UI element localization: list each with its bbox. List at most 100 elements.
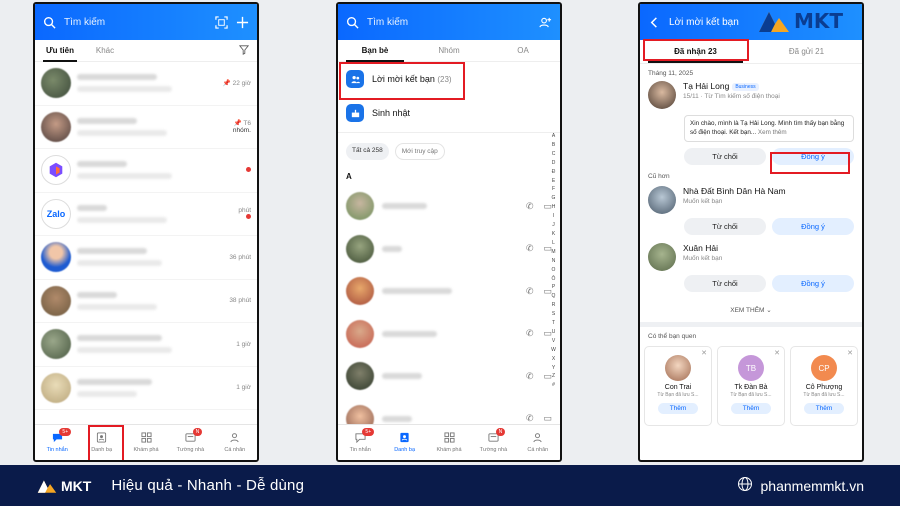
list-item[interactable]: 📌 T6 nhóm. (35, 106, 257, 149)
search-input[interactable]: Tìm kiếm (367, 17, 531, 28)
website[interactable]: phanmemmkt.vn (737, 476, 864, 495)
tab-groups[interactable]: Nhóm (412, 40, 486, 62)
alphabet-letter[interactable]: Q (550, 292, 557, 301)
alphabet-letter[interactable]: Y (550, 364, 557, 373)
list-item[interactable]: 1 giờ (35, 367, 257, 410)
alphabet-letter[interactable]: J (550, 221, 557, 230)
list-item[interactable]: ✆ ▭ (338, 313, 560, 356)
add-icon[interactable] (236, 16, 249, 29)
nav-messages[interactable]: Tin nhắn 5+ (35, 425, 79, 460)
search-icon[interactable] (43, 16, 56, 29)
phone-call-icon[interactable]: ✆ (526, 243, 534, 254)
nav-profile[interactable]: Cá nhân (213, 425, 257, 460)
list-item[interactable]: Zalo phút (35, 193, 257, 236)
back-arrow-icon[interactable] (648, 16, 661, 29)
phone-call-icon[interactable]: ✆ (526, 286, 534, 297)
phone-call-icon[interactable]: ✆ (526, 413, 534, 424)
suggestion-card[interactable]: ✕ CP Cô Phượng Từ Bạn đã lưu S... Thêm (790, 346, 858, 426)
alphabet-letter[interactable]: L (550, 239, 557, 248)
nav-contacts[interactable]: Danh bạ (382, 425, 426, 460)
alphabet-letter[interactable]: G (550, 194, 557, 203)
phone-call-icon[interactable]: ✆ (526, 201, 534, 212)
nav-profile[interactable]: Cá nhân (516, 425, 560, 460)
avatar[interactable] (648, 243, 676, 271)
list-item[interactable]: 36 phút (35, 236, 257, 280)
suggestion-card[interactable]: ✕ Con Trai Từ Bạn đã lưu S... Thêm (644, 346, 712, 426)
birthday-row[interactable]: Sinh nhật (338, 96, 560, 130)
reject-button[interactable]: Từ chối (684, 148, 766, 165)
alphabet-letter[interactable]: B (550, 141, 557, 150)
tab-friends[interactable]: Bạn bè (338, 40, 412, 62)
list-item[interactable] (35, 149, 257, 193)
list-item[interactable]: 38 phút (35, 280, 257, 323)
nav-discover[interactable]: Khám phá (124, 425, 168, 460)
suggestion-card[interactable]: ✕ TB Tk Đàn Bà Từ Bạn đã lưu S... Thêm (717, 346, 785, 426)
alphabet-letter[interactable]: W (550, 346, 557, 355)
alphabet-letter[interactable]: Đ (550, 168, 557, 177)
alphabet-letter[interactable]: Ô (550, 275, 557, 284)
avatar[interactable] (648, 186, 676, 214)
alphabet-letter[interactable]: Z (550, 372, 557, 381)
alphabet-letter[interactable]: R (550, 301, 557, 310)
alphabet-letter[interactable]: V (550, 337, 557, 346)
nav-messages[interactable]: Tin nhắn 5+ (338, 425, 382, 460)
filter-icon[interactable] (238, 44, 257, 57)
phone-call-icon[interactable]: ✆ (526, 328, 534, 339)
see-more-button[interactable]: XEM THÊM ⌄ (640, 298, 862, 322)
requester-name[interactable]: Xuân Hải (683, 243, 722, 253)
avatar[interactable] (648, 81, 676, 109)
reject-button[interactable]: Từ chối (684, 218, 766, 235)
tab-oa[interactable]: OA (486, 40, 560, 62)
alphabet-letter[interactable]: D (550, 159, 557, 168)
requester-name[interactable]: Tạ Hải Long (683, 81, 729, 91)
close-icon[interactable]: ✕ (847, 349, 853, 357)
alphabet-letter[interactable]: C (550, 150, 557, 159)
alphabet-letter[interactable]: A (550, 132, 557, 141)
list-item[interactable]: 📌 22 giờ (35, 62, 257, 106)
tab-other[interactable]: Khác (85, 40, 125, 62)
nav-timeline[interactable]: Tường nhà N (471, 425, 515, 460)
close-icon[interactable]: ✕ (701, 349, 707, 357)
tab-sent[interactable]: Đã gửi 21 (751, 41, 862, 63)
video-call-icon[interactable]: ▭ (543, 413, 552, 424)
alphabet-letter[interactable]: P (550, 283, 557, 292)
alphabet-letter[interactable]: M (550, 248, 557, 257)
add-friend-button[interactable]: Thêm (730, 403, 772, 414)
nav-discover[interactable]: Khám phá (427, 425, 471, 460)
chip-all[interactable]: Tất cả 258 (346, 143, 389, 160)
accept-button[interactable]: Đồng ý (772, 275, 854, 292)
chip-recent[interactable]: Mới truy cập (394, 143, 445, 160)
alphabet-letter[interactable]: T (550, 319, 557, 328)
alphabet-letter[interactable]: X (550, 355, 557, 364)
alphabet-index[interactable]: A B C D Đ E F G H I J K L M N O Ô P Q R S T U V W X Y Z # (550, 132, 557, 390)
alphabet-letter[interactable]: F (550, 185, 557, 194)
alphabet-letter[interactable]: S (550, 310, 557, 319)
add-friend-button[interactable]: Thêm (657, 403, 699, 414)
accept-button[interactable]: Đồng ý (772, 218, 854, 235)
phone-call-icon[interactable]: ✆ (526, 371, 534, 382)
list-item[interactable]: 1 giờ (35, 323, 257, 367)
alphabet-letter[interactable]: I (550, 212, 557, 221)
search-icon[interactable] (346, 16, 359, 29)
alphabet-letter[interactable]: U (550, 328, 557, 337)
list-item[interactable]: ✆ ▭ (338, 355, 560, 398)
search-input[interactable]: Tìm kiếm (64, 17, 207, 28)
reject-button[interactable]: Từ chối (684, 275, 766, 292)
list-item[interactable]: ✆ ▭ (338, 270, 560, 313)
alphabet-letter[interactable]: N (550, 257, 557, 266)
alphabet-letter[interactable]: # (550, 381, 557, 390)
close-icon[interactable]: ✕ (774, 349, 780, 357)
add-friend-button[interactable]: Thêm (803, 403, 845, 414)
alphabet-letter[interactable]: O (550, 266, 557, 275)
list-item[interactable]: ✆ ▭ (338, 185, 560, 228)
requester-name[interactable]: Nhà Đất Bình Dân Hà Nam (683, 186, 786, 196)
see-more-link[interactable]: Xem thêm (758, 129, 787, 136)
qr-scan-icon[interactable] (215, 15, 228, 29)
tab-priority[interactable]: Ưu tiên (35, 40, 85, 62)
list-item[interactable]: ✆ ▭ (338, 228, 560, 271)
add-friend-icon[interactable] (539, 16, 552, 29)
alphabet-letter[interactable]: K (550, 230, 557, 239)
nav-timeline[interactable]: Tường nhà N (168, 425, 212, 460)
alphabet-letter[interactable]: H (550, 203, 557, 212)
alphabet-letter[interactable]: E (550, 177, 557, 186)
